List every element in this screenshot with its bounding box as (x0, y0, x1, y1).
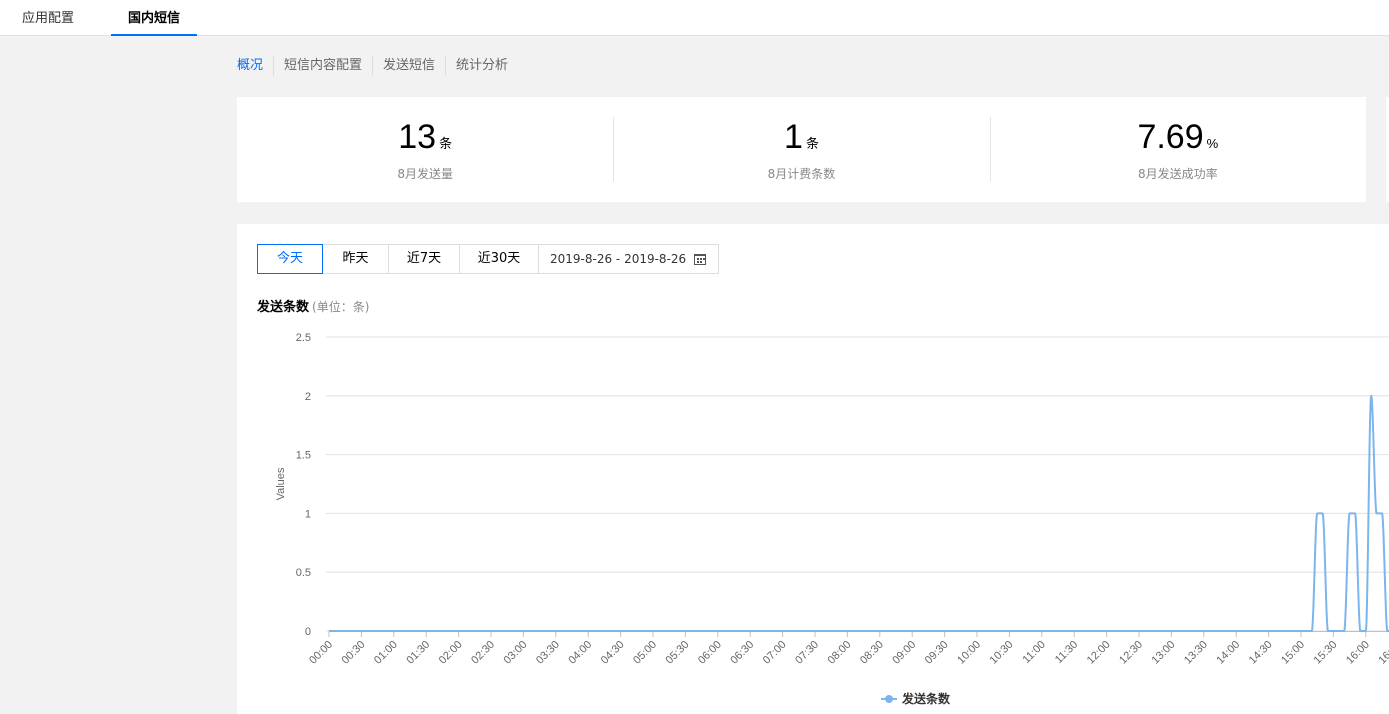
x-tick-label: 14:00 (1214, 639, 1242, 667)
x-tick-label: 09:00 (890, 639, 918, 667)
stat-label: 8月计费条数 (767, 167, 836, 181)
x-tick-label: 01:30 (404, 639, 432, 667)
stat-unit: 条 (439, 136, 453, 151)
x-tick-label: 03:00 (502, 639, 530, 667)
x-tick-label: 10:30 (988, 639, 1016, 667)
stat-unit: % (1206, 136, 1219, 151)
x-tick-label: 15:30 (1312, 639, 1340, 667)
x-tick-label: 16:00 (1344, 639, 1372, 667)
y-tick-label: 1.5 (296, 450, 311, 462)
x-tick-label: 08:30 (858, 639, 886, 667)
x-tick-label: 05:30 (664, 639, 692, 667)
y-axis-label: Values (275, 467, 287, 500)
stat-label: 8月发送量 (397, 167, 453, 181)
x-tick-label: 10:00 (955, 639, 983, 667)
legend-marker (885, 695, 893, 703)
tab-domestic-sms[interactable]: 国内短信 (111, 0, 197, 36)
top-tab-bar: 应用配置 国内短信 (0, 0, 1389, 36)
stat-success-rate: 7.69% 8月发送成功率 (989, 97, 1366, 202)
x-tick-label: 16:30 (1376, 639, 1389, 667)
x-tick-label: 00:00 (307, 639, 335, 667)
y-tick-label: 0.5 (296, 567, 311, 579)
subnav-overview[interactable]: 概况 (237, 56, 273, 76)
x-tick-label: 07:30 (793, 639, 821, 667)
x-tick-label: 11:30 (1053, 639, 1080, 666)
subnav-send-sms[interactable]: 发送短信 (372, 56, 445, 76)
x-tick-label: 12:30 (1117, 639, 1145, 667)
stat-send-volume: 13 条 8月发送量 (237, 97, 613, 202)
x-tick-label: 14:30 (1247, 639, 1275, 667)
stat-value: 13 (398, 118, 437, 156)
stats-card: 13 条 8月发送量 1条 8月计费条数 7.69% 8月发送成功率 (237, 97, 1366, 202)
y-tick-label: 2.5 (296, 332, 311, 344)
x-tick-label: 09:30 (923, 639, 951, 667)
x-tick-label: 13:00 (1150, 639, 1178, 667)
y-tick-label: 1 (305, 508, 311, 520)
x-tick-label: 07:00 (761, 639, 789, 667)
x-tick-label: 15:00 (1279, 639, 1307, 667)
tab-app-config[interactable]: 应用配置 (10, 0, 86, 36)
stat-value: 7.69 (1137, 118, 1204, 156)
x-tick-label: 12:00 (1085, 639, 1113, 667)
legend-label: 发送条数 (901, 691, 951, 706)
x-tick-label: 00:30 (340, 639, 368, 667)
subnav-statistics[interactable]: 统计分析 (445, 56, 518, 76)
x-tick-label: 03:30 (534, 639, 562, 667)
y-tick-label: 2 (305, 391, 311, 403)
x-tick-label: 01:00 (372, 639, 400, 667)
x-tick-label: 05:00 (631, 639, 659, 667)
x-tick-label: 08:00 (826, 639, 854, 667)
x-tick-label: 02:30 (469, 639, 497, 667)
x-tick-label: 02:00 (437, 639, 465, 667)
y-tick-label: 0 (305, 626, 311, 638)
x-tick-label: 04:30 (599, 639, 627, 667)
subnav-sms-content-config[interactable]: 短信内容配置 (273, 56, 372, 76)
x-tick-label: 13:30 (1182, 639, 1210, 667)
stat-unit: 条 (805, 136, 819, 151)
x-tick-label: 06:30 (728, 639, 756, 667)
stat-value: 1 (784, 118, 803, 156)
x-tick-label: 11:00 (1021, 639, 1048, 666)
x-tick-label: 06:00 (696, 639, 724, 667)
send-count-line-chart: 00.511.522.5Values00:00 00:30 01:00 01:30 02… (275, 332, 1389, 706)
stat-label: 8月发送成功率 (1138, 167, 1218, 181)
sub-nav: 概况 短信内容配置 发送短信 统计分析 (237, 56, 518, 76)
stat-billed-count: 1条 8月计费条数 (613, 97, 989, 202)
x-tick-label: 04:00 (566, 639, 594, 667)
